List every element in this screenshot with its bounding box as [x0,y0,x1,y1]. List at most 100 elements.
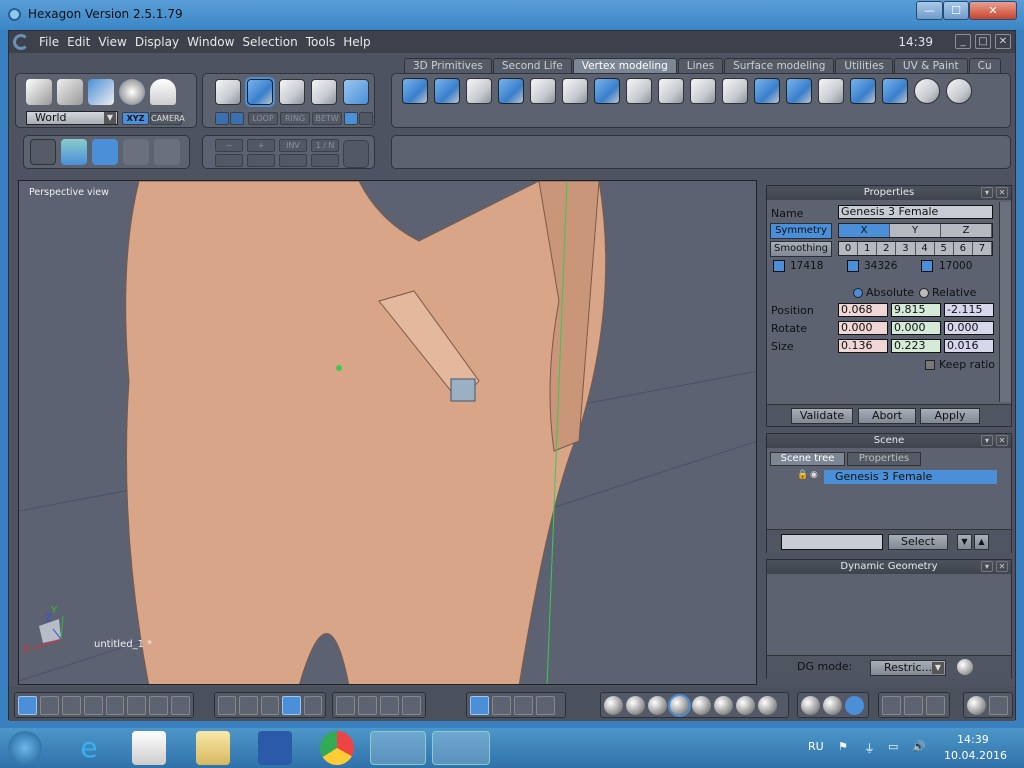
apply-button[interactable]: Apply [920,408,980,424]
menu-view[interactable]: View [94,35,130,49]
object-mode-icon[interactable] [215,79,241,105]
media-player-icon[interactable] [132,731,166,765]
internet-explorer-icon[interactable]: e [72,731,106,765]
network-icon[interactable]: ▭ [888,740,898,753]
smooth-shaded-icon[interactable] [692,695,711,715]
bounding-box-icon[interactable] [882,695,901,715]
grid-xz-icon[interactable] [282,695,301,715]
select-arrow-icon[interactable] [26,79,52,105]
language-indicator[interactable]: RU [808,740,824,753]
symmetry-button[interactable]: Symmetry [770,223,832,239]
invert-selection-button[interactable]: INV [279,139,307,152]
grid-magnet-icon[interactable] [218,695,237,715]
dig-icon[interactable] [786,78,812,104]
half-sphere-icon[interactable] [823,695,842,715]
eye-view-icon[interactable] [402,695,421,715]
window-close-button[interactable]: ✕ [969,1,1017,20]
lightning-icon[interactable] [343,140,369,168]
menu-help[interactable]: Help [339,35,374,49]
select-loop-icon[interactable] [215,154,243,167]
size-x-field[interactable]: 0.136 [838,339,888,353]
position-x-field[interactable]: 0.068 [838,303,888,317]
ring-button[interactable]: RING [280,112,310,125]
camera-toggle[interactable]: CAMERA [150,112,185,125]
absolute-radio[interactable] [853,288,863,298]
snap-grid-blue-icon[interactable] [92,139,118,165]
rotate-x-field[interactable]: 0.000 [838,321,888,335]
rotate-edge-icon[interactable] [658,78,684,104]
auto-mode-icon[interactable] [343,79,369,105]
layout-single-icon[interactable] [18,695,37,715]
add-vertex-icon[interactable] [914,78,940,104]
manipulator-tools-icon[interactable] [492,695,511,715]
keep-ratio-checkbox[interactable] [925,360,935,370]
tray-time[interactable]: 14:39 [957,733,989,746]
snap-plane-icon[interactable] [30,139,56,165]
dg-sphere-icon[interactable] [957,659,973,675]
shrink-selection-button[interactable]: − [215,139,243,152]
poser-icon[interactable] [370,731,426,765]
position-y-field[interactable]: 9.815 [891,303,941,317]
menu-display[interactable]: Display [131,35,183,49]
manipulator-joint-icon[interactable] [514,695,533,715]
extract-icon[interactable] [850,78,876,104]
scale-icon[interactable] [88,79,114,105]
smooth-lines-icon[interactable] [714,695,733,715]
tab-utilities[interactable]: Utilities [835,58,893,74]
tab-scene-properties[interactable]: Properties [847,452,921,466]
move-up-icon[interactable]: ▲ [974,534,989,550]
select-points-icon[interactable] [311,154,339,167]
face-mode-icon[interactable] [245,77,275,107]
smoothing-0[interactable]: 0 [839,242,859,255]
slice-icon[interactable] [594,78,620,104]
app-minimize-button[interactable]: _ [955,34,971,49]
windows-start-icon[interactable] [8,731,42,765]
eye-icon[interactable]: ◉ [810,470,818,480]
3d-viewport[interactable]: Perspective view X Y Z untitled_1 * [18,180,757,685]
layout-vertical-split-icon[interactable] [171,695,190,715]
backface-icon[interactable] [801,695,820,715]
panel-menu-icon[interactable]: ▾ [981,435,993,446]
wireframe-hidden-icon[interactable] [626,695,645,715]
remove-vertex-icon[interactable] [946,78,972,104]
window-minimize-button[interactable]: — [916,1,943,20]
coord-space-dropdown[interactable]: World ▼ [26,111,118,125]
hexagon-icon[interactable] [432,731,490,765]
chamfer-icon[interactable] [754,78,780,104]
size-z-field[interactable]: 0.016 [944,339,994,353]
name-field[interactable]: Genesis 3 Female [838,205,993,219]
multi-sphere-icon[interactable] [845,695,864,715]
file-explorer-icon[interactable] [196,731,230,765]
drop-to-floor-icon[interactable] [536,695,555,715]
tab-uv-paint[interactable]: UV & Paint [893,58,968,74]
power-icon[interactable]: ⏚ [864,740,875,756]
zoom-region-icon[interactable] [380,695,399,715]
split-icon[interactable] [818,78,844,104]
ghost-icon[interactable] [150,79,176,105]
tab-surface-modeling[interactable]: Surface modeling [724,58,835,74]
orbit-icon[interactable] [358,695,377,715]
pivot-point[interactable] [336,365,342,371]
panel-menu-icon[interactable]: ▾ [981,561,993,572]
bridge-icon[interactable] [690,78,716,104]
inset-icon[interactable] [498,78,524,104]
fit-view-icon[interactable] [336,695,355,715]
edge-mode-icon[interactable] [279,79,305,105]
tab-scene-tree[interactable]: Scene tree [770,452,845,466]
selected-face[interactable] [450,378,476,402]
tab-cu[interactable]: Cu [968,58,1001,74]
scene-search-input[interactable] [781,534,883,550]
one-of-n-button[interactable]: 1 / N [311,139,339,152]
thickness-icon[interactable] [882,78,908,104]
menu-file[interactable]: File [35,35,63,49]
grid-xy-icon[interactable] [260,695,280,715]
manipulator-axis-icon[interactable] [470,695,489,715]
xyz-toggle[interactable]: XYZ [122,112,149,125]
smooth-wire-icon[interactable] [668,693,691,717]
flat-shaded-icon[interactable] [648,695,667,715]
lock-icon[interactable]: 🔒 [797,470,808,480]
tab-3d-primitives[interactable]: 3D Primitives [404,58,492,74]
layout-three-left-icon[interactable] [105,695,125,715]
scene-item-genesis-3-female[interactable]: Genesis 3 Female [824,470,997,484]
vertex-mode-icon[interactable] [311,79,337,105]
